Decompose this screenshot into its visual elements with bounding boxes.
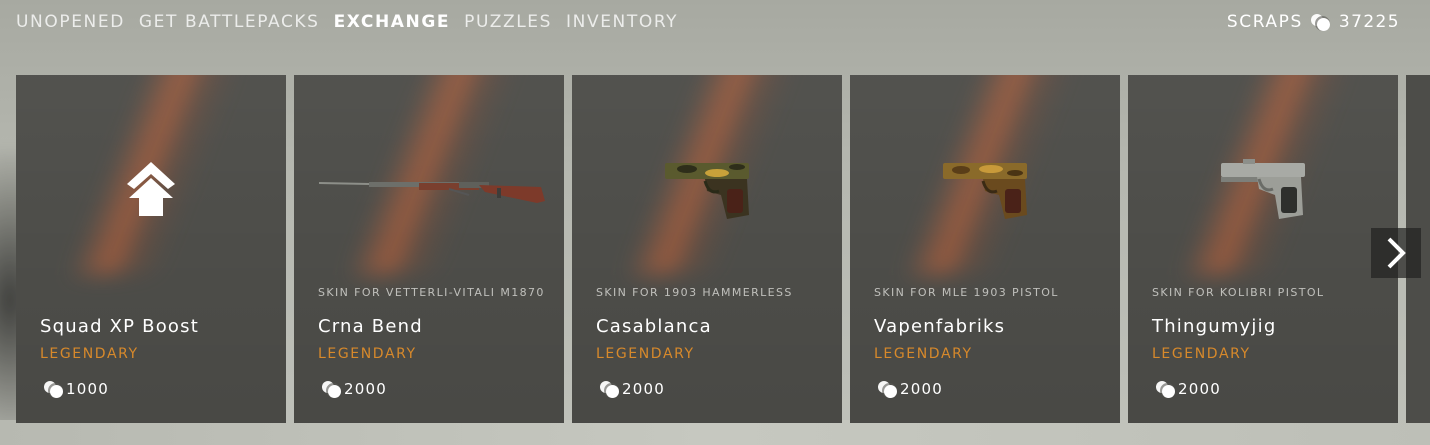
card-price-value: 1000 (66, 380, 109, 398)
card-title: Thingumyjig (1152, 316, 1277, 337)
next-page-button[interactable] (1371, 228, 1421, 278)
card-title: Squad XP Boost (40, 316, 199, 337)
card-subtitle: SKIN FOR MLE 1903 PISTOL (874, 286, 1059, 299)
pistol-icon (572, 135, 842, 245)
card-subtitle: SKIN FOR KOLIBRI PISTOL (1152, 286, 1325, 299)
tab-get-battlepacks[interactable]: GET BATTLEPACKS (139, 12, 320, 32)
scraps-icon (878, 380, 898, 398)
card-rarity: LEGENDARY (1152, 346, 1251, 362)
card-title: Casablanca (596, 316, 712, 337)
card-price: 2000 (600, 380, 665, 398)
card-price: 2000 (1156, 380, 1221, 398)
squad-xp-boost-icon (16, 135, 286, 245)
card-title: Crna Bend (318, 316, 423, 337)
card-price: 2000 (322, 380, 387, 398)
card-price: 2000 (878, 380, 943, 398)
scraps-icon (600, 380, 620, 398)
tab-puzzles[interactable]: PUZZLES (464, 12, 552, 32)
card-price-value: 2000 (900, 380, 943, 398)
scraps-icon (44, 380, 64, 398)
chevron-right-icon (1387, 237, 1406, 269)
rifle-icon (294, 135, 564, 245)
tab-inventory[interactable]: INVENTORY (566, 12, 678, 32)
card-price-value: 2000 (622, 380, 665, 398)
card-rarity: LEGENDARY (874, 346, 973, 362)
scraps-balance: SCRAPS 37225 (1227, 12, 1400, 32)
exchange-card[interactable]: SKIN FOR 1903 HAMMERLESS Casablanca LEGE… (572, 75, 842, 423)
card-subtitle: SKIN FOR VETTERLI-VITALI M1870 (318, 286, 545, 299)
scraps-icon (1310, 13, 1331, 31)
scraps-icon (322, 380, 342, 398)
top-nav: UNOPENED GET BATTLEPACKS EXCHANGE PUZZLE… (16, 12, 678, 32)
card-price-value: 2000 (1178, 380, 1221, 398)
exchange-card[interactable]: SKIN FOR KOLIBRI PISTOL Thingumyjig LEGE… (1128, 75, 1398, 423)
exchange-card-list: Squad XP Boost LEGENDARY 1000 SKIN FOR V… (16, 75, 1398, 423)
pistol-icon (1128, 135, 1398, 245)
card-subtitle: SKIN FOR 1903 HAMMERLESS (596, 286, 793, 299)
card-rarity: LEGENDARY (596, 346, 695, 362)
tab-unopened[interactable]: UNOPENED (16, 12, 125, 32)
card-price-value: 2000 (344, 380, 387, 398)
scraps-label: SCRAPS (1226, 12, 1303, 32)
exchange-card[interactable]: SKIN FOR MLE 1903 PISTOL Vapenfabriks LE… (850, 75, 1120, 423)
scraps-icon (1156, 380, 1176, 398)
card-rarity: LEGENDARY (40, 346, 139, 362)
background-floor (0, 420, 1430, 445)
card-rarity: LEGENDARY (318, 346, 417, 362)
exchange-card[interactable]: SKIN FOR VETTERLI-VITALI M1870 Crna Bend… (294, 75, 564, 423)
scraps-amount: 37225 (1338, 12, 1400, 32)
pistol-icon (850, 135, 1120, 245)
card-price: 1000 (44, 380, 109, 398)
exchange-card[interactable]: Squad XP Boost LEGENDARY 1000 (16, 75, 286, 423)
card-title: Vapenfabriks (874, 316, 1006, 337)
tab-exchange[interactable]: EXCHANGE (334, 12, 451, 32)
